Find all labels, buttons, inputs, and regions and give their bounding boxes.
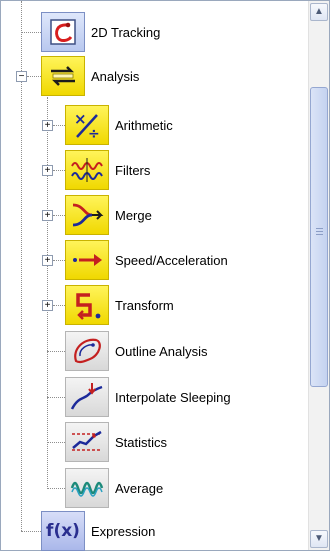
tree-line bbox=[47, 442, 65, 443]
scroll-grip bbox=[316, 231, 323, 232]
tree-item-label: Outline Analysis bbox=[115, 343, 208, 359]
filters-icon bbox=[65, 150, 109, 190]
vertical-scrollbar[interactable]: ▲ ▼ bbox=[308, 1, 329, 550]
tree-item-label: Interpolate Sleeping bbox=[115, 389, 231, 405]
speed-acceleration-icon bbox=[65, 240, 109, 280]
expand-speed-acceleration-button[interactable]: + bbox=[42, 255, 53, 266]
analysis-icon bbox=[41, 56, 85, 96]
scroll-up-button[interactable]: ▲ bbox=[310, 3, 328, 21]
tracking-2d-icon bbox=[41, 12, 85, 52]
tree-line bbox=[47, 97, 48, 489]
scroll-grip bbox=[316, 234, 323, 235]
scroll-grip bbox=[316, 228, 323, 229]
interpolate-sleeping-icon bbox=[65, 377, 109, 417]
tree-item-interpolate-sleeping[interactable]: Interpolate Sleeping bbox=[65, 375, 231, 419]
tree-item-arithmetic[interactable]: × ÷ Arithmetic bbox=[65, 103, 173, 147]
tree-line bbox=[47, 351, 65, 352]
scroll-down-button[interactable]: ▼ bbox=[310, 530, 328, 548]
tree-line bbox=[27, 76, 41, 77]
tree-item-label: Analysis bbox=[91, 68, 140, 84]
tree-item-analysis[interactable]: Analysis bbox=[41, 54, 139, 98]
transform-icon bbox=[65, 285, 109, 325]
svg-text:×: × bbox=[74, 110, 87, 128]
tree-line bbox=[53, 215, 65, 216]
tree-item-label: 2D Tracking bbox=[91, 24, 161, 40]
tree-line bbox=[53, 125, 65, 126]
tree-item-label: Expression bbox=[91, 523, 156, 539]
outline-analysis-icon bbox=[65, 331, 109, 371]
expand-filters-button[interactable]: + bbox=[42, 165, 53, 176]
tree-line bbox=[47, 397, 65, 398]
tree-item-transform[interactable]: Transform bbox=[65, 283, 174, 327]
tree-line bbox=[21, 531, 41, 532]
arithmetic-icon: × ÷ bbox=[65, 105, 109, 145]
tree-line bbox=[53, 170, 65, 171]
tree-line bbox=[47, 488, 65, 489]
merge-icon bbox=[65, 195, 109, 235]
tree-item-label: Filters bbox=[115, 162, 151, 178]
svg-text:÷: ÷ bbox=[88, 126, 100, 141]
average-icon bbox=[65, 468, 109, 508]
tree-line bbox=[53, 305, 65, 306]
tree-item-expression[interactable]: f(x) Expression bbox=[41, 509, 155, 551]
scroll-thumb[interactable] bbox=[310, 87, 328, 387]
tree-item-merge[interactable]: Merge bbox=[65, 193, 152, 237]
tree-item-filters[interactable]: Filters bbox=[65, 148, 150, 192]
tree-line bbox=[21, 32, 41, 33]
expand-arithmetic-button[interactable]: + bbox=[42, 120, 53, 131]
tree-item-label: Speed/Acceleration bbox=[115, 252, 228, 268]
tree-view: − + + + + + 2D Tracking Analysis × ÷ Ari… bbox=[1, 1, 309, 551]
tree-item-label: Average bbox=[115, 480, 164, 496]
statistics-icon bbox=[65, 422, 109, 462]
tree-item-label: Arithmetic bbox=[115, 117, 173, 133]
tree-item-label: Merge bbox=[115, 207, 152, 223]
expand-transform-button[interactable]: + bbox=[42, 300, 53, 311]
tree-item-outline-analysis[interactable]: Outline Analysis bbox=[65, 329, 208, 373]
tree-item-label: Transform bbox=[115, 297, 174, 313]
expression-icon: f(x) bbox=[41, 511, 85, 551]
expression-icon-text: f(x) bbox=[46, 521, 80, 541]
expand-merge-button[interactable]: + bbox=[42, 210, 53, 221]
tree-panel: − + + + + + 2D Tracking Analysis × ÷ Ari… bbox=[0, 0, 330, 551]
tree-item-speed-acceleration[interactable]: Speed/Acceleration bbox=[65, 238, 228, 282]
tree-line bbox=[53, 260, 65, 261]
collapse-analysis-button[interactable]: − bbox=[16, 71, 27, 82]
tree-item-2d-tracking[interactable]: 2D Tracking bbox=[41, 10, 160, 54]
tree-item-average[interactable]: Average bbox=[65, 466, 163, 510]
tree-item-statistics[interactable]: Statistics bbox=[65, 420, 167, 464]
tree-item-label: Statistics bbox=[115, 434, 168, 450]
